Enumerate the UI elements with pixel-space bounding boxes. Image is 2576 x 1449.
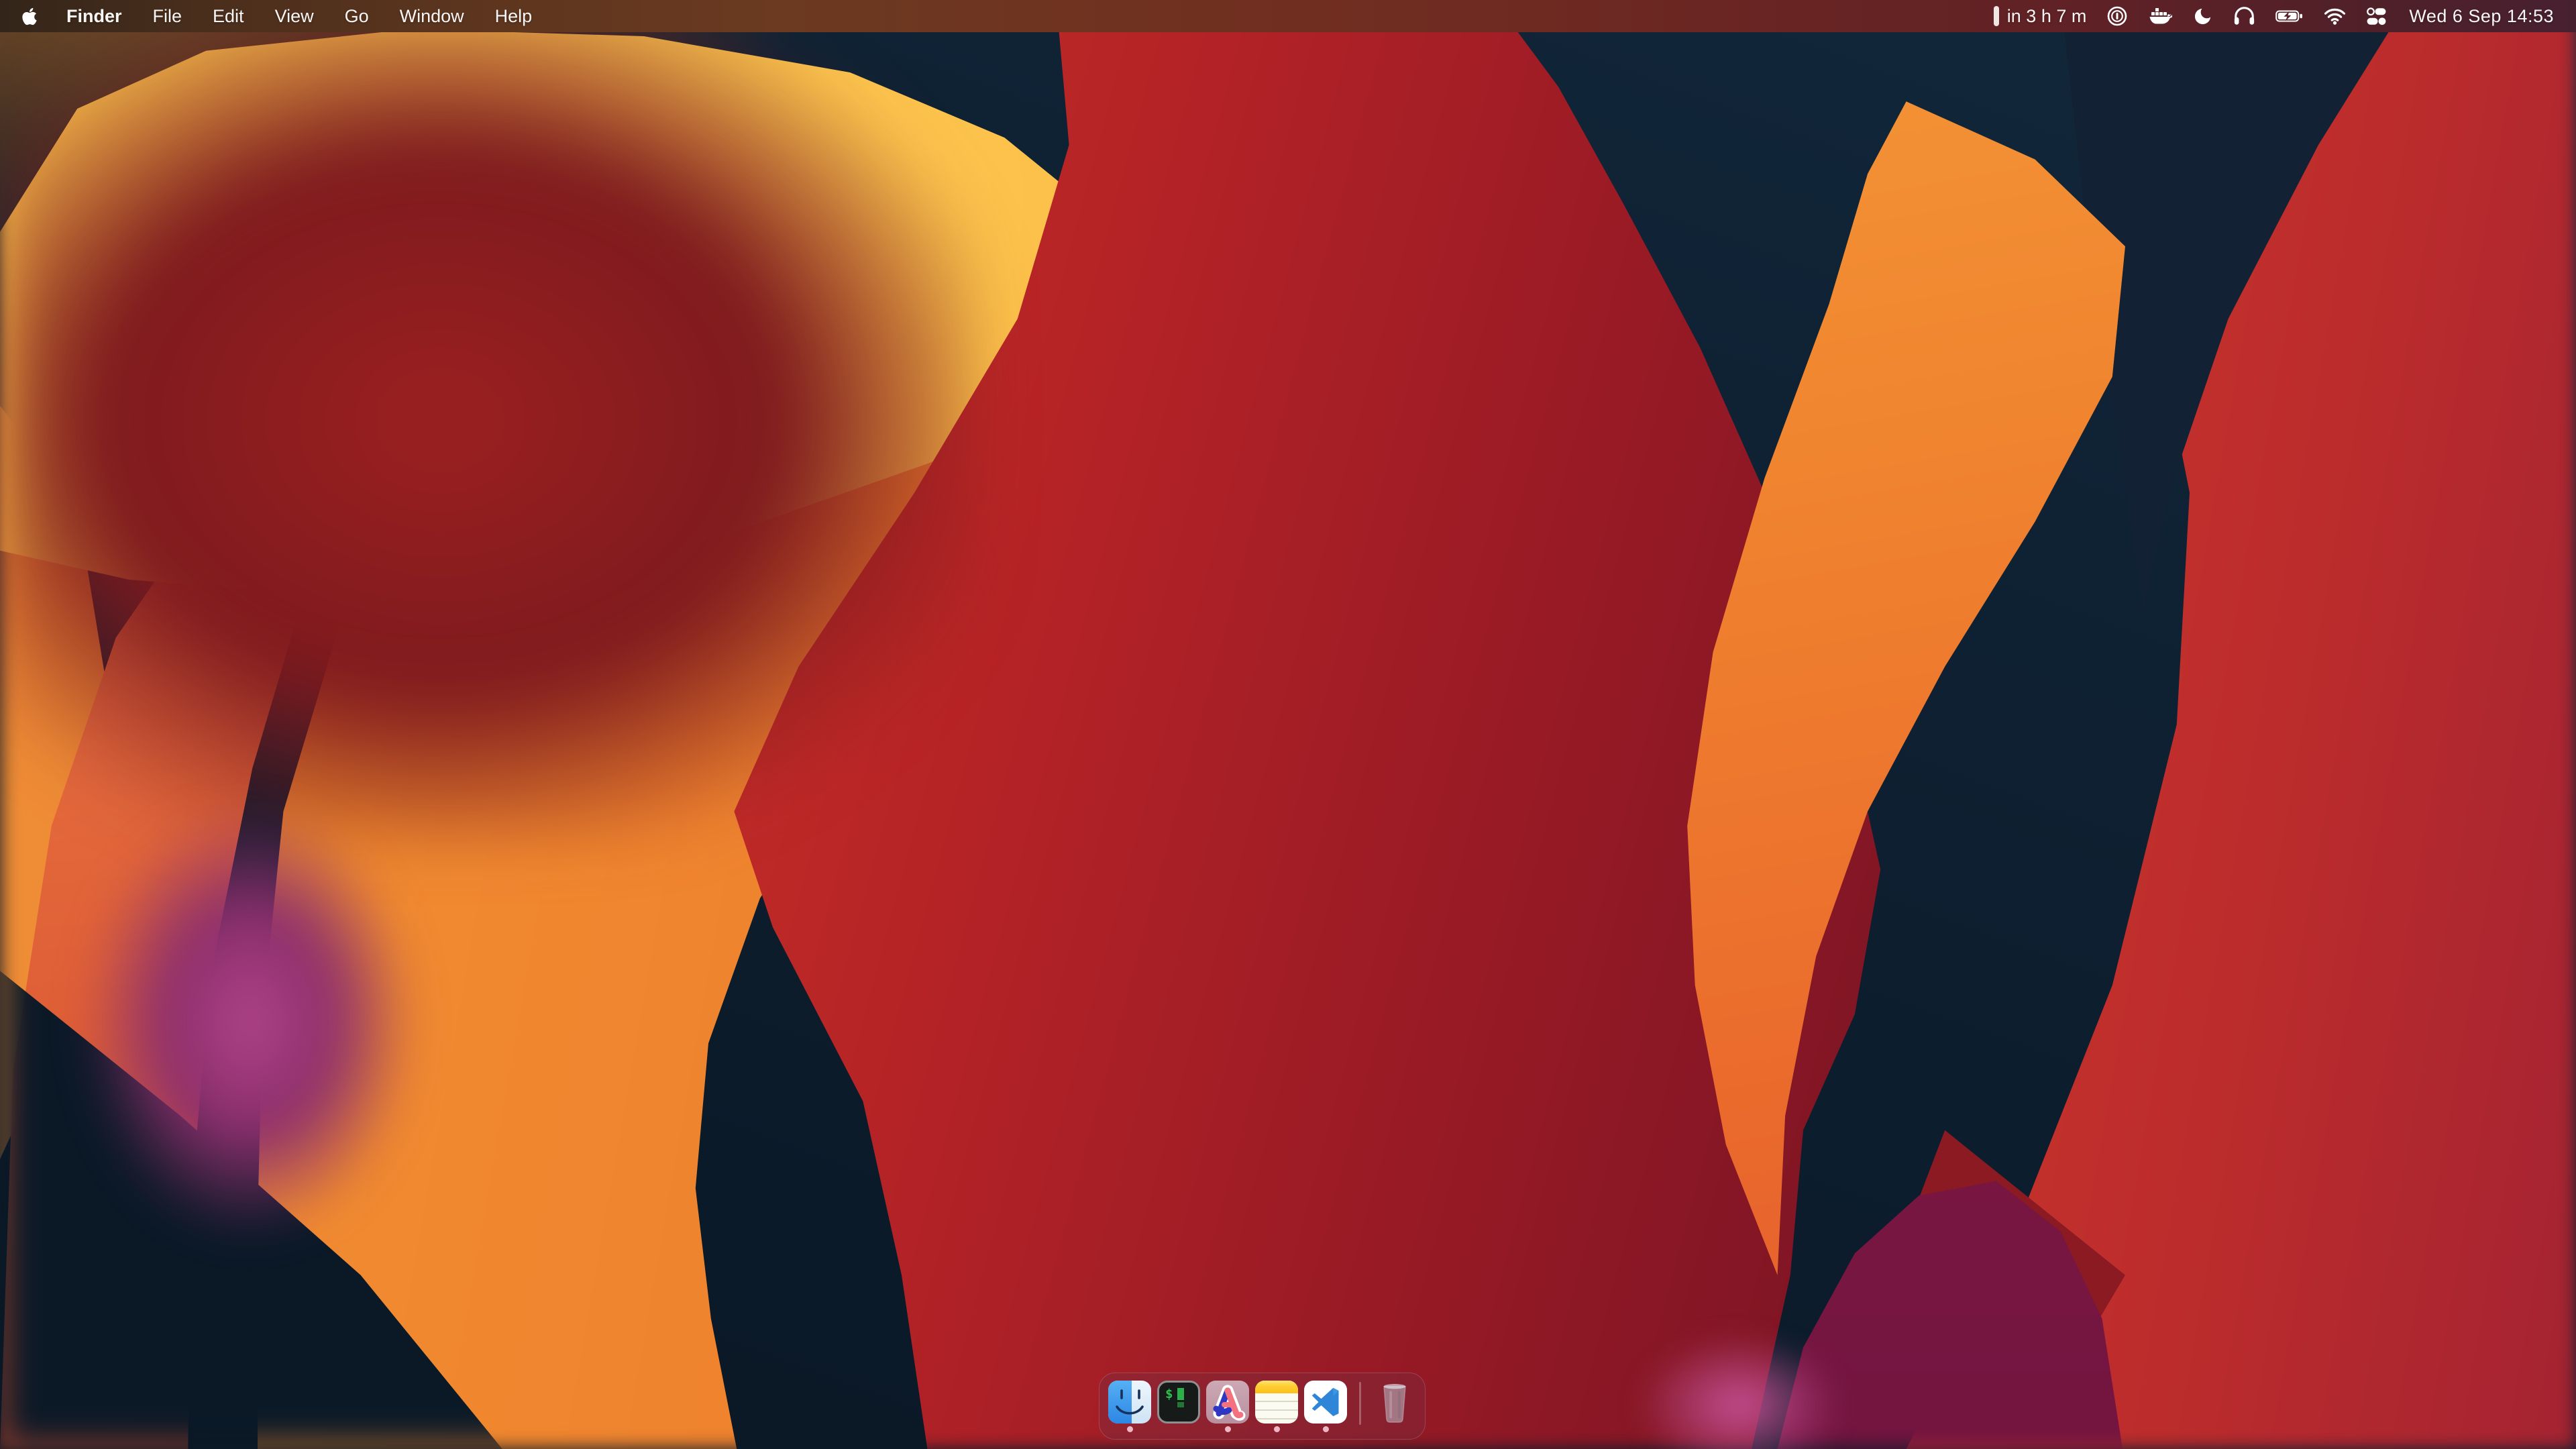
dock-item-terminal[interactable]: $ [1157, 1381, 1201, 1432]
terminal-cursor [1177, 1388, 1184, 1400]
wifi-menu-item[interactable] [2314, 0, 2356, 32]
dock-separator [1359, 1382, 1361, 1425]
timer-bar-icon [1994, 6, 1999, 26]
1password-menu-item[interactable] [2096, 0, 2138, 32]
arc-browser-icon [1206, 1381, 1249, 1424]
wallpaper-magenta-petal-left [83, 804, 417, 1239]
arc-letter-a [1206, 1381, 1249, 1424]
dock-item-arc[interactable] [1205, 1381, 1250, 1432]
moon-icon [2192, 6, 2213, 27]
apple-menu[interactable] [9, 0, 51, 32]
dock: $ [1099, 1373, 1426, 1440]
app-menu-title[interactable]: Finder [51, 0, 138, 32]
docker-menu-item[interactable] [2138, 0, 2182, 32]
vscode-icon [1304, 1381, 1347, 1424]
running-indicator [1274, 1426, 1280, 1432]
wallpaper [0, 0, 2576, 1449]
dock-item-vscode[interactable] [1303, 1381, 1348, 1432]
terminal-cursor-2 [1177, 1402, 1184, 1407]
dock-item-finder[interactable] [1108, 1381, 1152, 1432]
running-indicator [1127, 1426, 1133, 1432]
menu-bar-status: in 3 h 7 m [1984, 0, 2576, 32]
audio-output-menu-item[interactable] [2223, 0, 2265, 32]
wallpaper-pink-wedge [1635, 1333, 1841, 1449]
docker-whale-icon [2148, 6, 2172, 26]
menu-bar-clock[interactable]: Wed 6 Sep 14:53 [2397, 0, 2576, 32]
battery-menu-item[interactable] [2265, 0, 2314, 32]
wallpaper-darkred-bottom-left [0, 0, 979, 841]
menu-help[interactable]: Help [480, 0, 548, 32]
dock-item-notes[interactable] [1254, 1381, 1299, 1432]
desktop: Finder File Edit View Go Window Help in … [0, 0, 2576, 1449]
control-center-menu-item[interactable] [2356, 0, 2397, 32]
notes-yellow-band [1255, 1381, 1298, 1393]
trash-icon [1373, 1381, 1416, 1424]
timer-status-item[interactable]: in 3 h 7 m [1984, 0, 2097, 32]
timer-status-text: in 3 h 7 m [2004, 6, 2087, 27]
focus-menu-item[interactable] [2182, 0, 2223, 32]
finder-face [1108, 1381, 1151, 1424]
terminal-icon: $ [1157, 1381, 1200, 1424]
apple-icon [21, 7, 38, 26]
battery-charging-icon [2275, 9, 2304, 23]
dock-item-trash[interactable] [1373, 1381, 1417, 1432]
menu-file[interactable]: File [138, 0, 198, 32]
terminal-prompt-glyph: $ [1165, 1387, 1173, 1401]
1password-keyhole-icon [2106, 5, 2128, 27]
headphones-icon [2233, 7, 2255, 26]
vscode-logo [1308, 1385, 1343, 1419]
menu-window[interactable]: Window [384, 0, 480, 32]
menu-edit[interactable]: Edit [197, 0, 260, 32]
notes-icon [1255, 1381, 1298, 1424]
menu-view[interactable]: View [260, 0, 329, 32]
menu-go[interactable]: Go [329, 0, 384, 32]
menu-bar: Finder File Edit View Go Window Help in … [0, 0, 2576, 32]
running-indicator [1323, 1426, 1329, 1432]
control-center-icon [2366, 7, 2387, 26]
menu-bar-left: Finder File Edit View Go Window Help [0, 0, 547, 32]
trash-can [1373, 1381, 1416, 1425]
running-indicator [1225, 1426, 1231, 1432]
notes-ruled-lines [1255, 1393, 1298, 1424]
finder-icon [1108, 1381, 1151, 1424]
wifi-icon [2324, 7, 2346, 25]
